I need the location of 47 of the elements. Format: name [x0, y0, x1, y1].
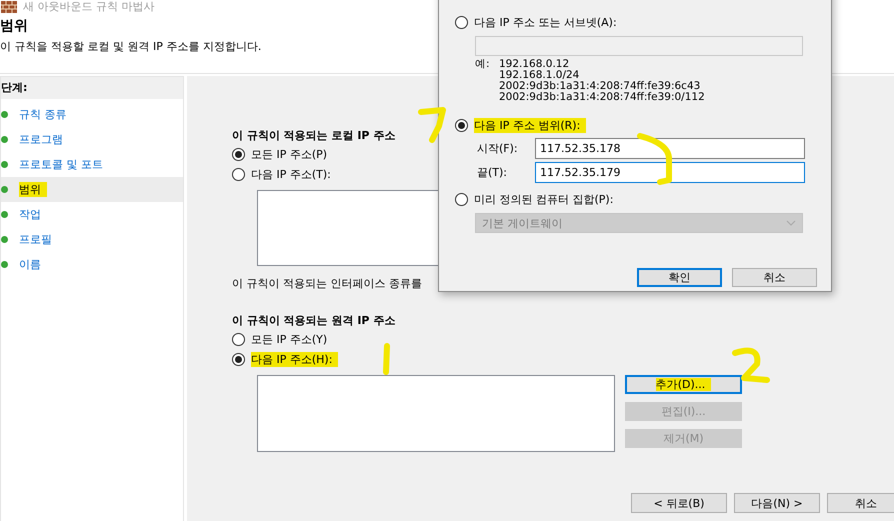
example-address: 192.168.1.0/24 — [499, 70, 580, 81]
example-address: 192.168.0.12 — [499, 59, 570, 70]
step-dot-icon — [1, 136, 8, 143]
step-dot-icon — [1, 161, 8, 168]
field-label: 시작(F): — [476, 141, 519, 156]
step-dot-icon — [1, 261, 8, 268]
window-title: 새 아웃바운드 규칙 마법사 — [23, 0, 154, 14]
page-description: 이 규칙을 적용할 로컬 및 원격 IP 주소를 지정합니다. — [0, 39, 262, 55]
step-dot-icon — [1, 236, 8, 243]
step-item[interactable]: 작업 — [1, 202, 183, 227]
examples-label: 예: — [475, 59, 491, 72]
scribble-drawing — [418, 107, 447, 144]
wizard-button[interactable]: 취소 — [827, 493, 894, 513]
example-address: 2002:9d3b:1a31:4:208:74ff:fe39:0/112 — [499, 92, 705, 103]
dialog-button[interactable]: 확인 — [637, 268, 722, 287]
step-item[interactable]: 프로필 — [1, 227, 183, 252]
step-item[interactable]: 규칙 종류 — [1, 102, 183, 127]
step-dot-icon — [1, 211, 8, 218]
interface-text: 이 규칙이 적용되는 인터페이스 종류를 — [232, 276, 422, 292]
step-dot-icon — [1, 111, 8, 118]
radio-option[interactable]: 다음 IP 주소 또는 서브넷(A): — [455, 14, 617, 30]
step-item[interactable]: 범위 — [1, 177, 183, 202]
step-dot-icon — [1, 186, 8, 193]
chevron-down-icon — [786, 220, 796, 226]
subnet-field[interactable] — [475, 36, 803, 56]
step-item[interactable]: 프로토콜 및 포트 — [1, 152, 183, 177]
radio-option[interactable]: 모든 IP 주소(Y) — [232, 329, 328, 349]
ip-field[interactable]: 117.52.35.179 — [535, 162, 805, 183]
ip-field[interactable]: 117.52.35.178 — [535, 138, 805, 159]
step-item[interactable]: 이름 — [1, 252, 183, 277]
radio-option[interactable]: 모든 IP 주소(P) — [232, 144, 328, 164]
field-label: 끝(T): — [476, 165, 508, 180]
wizard-button[interactable]: 다음(N) > — [734, 493, 820, 513]
step-item[interactable]: 프로그램 — [1, 127, 183, 152]
scribble-drawing — [637, 132, 674, 186]
radio-option[interactable]: 미리 정의된 컴퓨터 집합(P): — [455, 191, 614, 207]
section-label: 이 규칙이 적용되는 원격 IP 주소 — [232, 313, 396, 329]
section-label: 이 규칙이 적용되는 로컬 IP 주소 — [232, 128, 396, 144]
example-address: 2002:9d3b:1a31:4:208:74ff:fe39:6c43 — [499, 81, 702, 92]
ip-list[interactable] — [257, 375, 615, 452]
list-button[interactable]: 추가(D)... — [625, 375, 742, 394]
radio-option[interactable]: 다음 IP 주소(T): — [232, 164, 331, 184]
steps-header: 단계: — [1, 77, 183, 99]
brick-wall-icon — [1, 1, 17, 13]
wizard-button[interactable]: < 뒤로(B) — [631, 493, 727, 513]
page-heading: 범위 — [0, 17, 28, 35]
dialog-button[interactable]: 취소 — [732, 268, 817, 287]
